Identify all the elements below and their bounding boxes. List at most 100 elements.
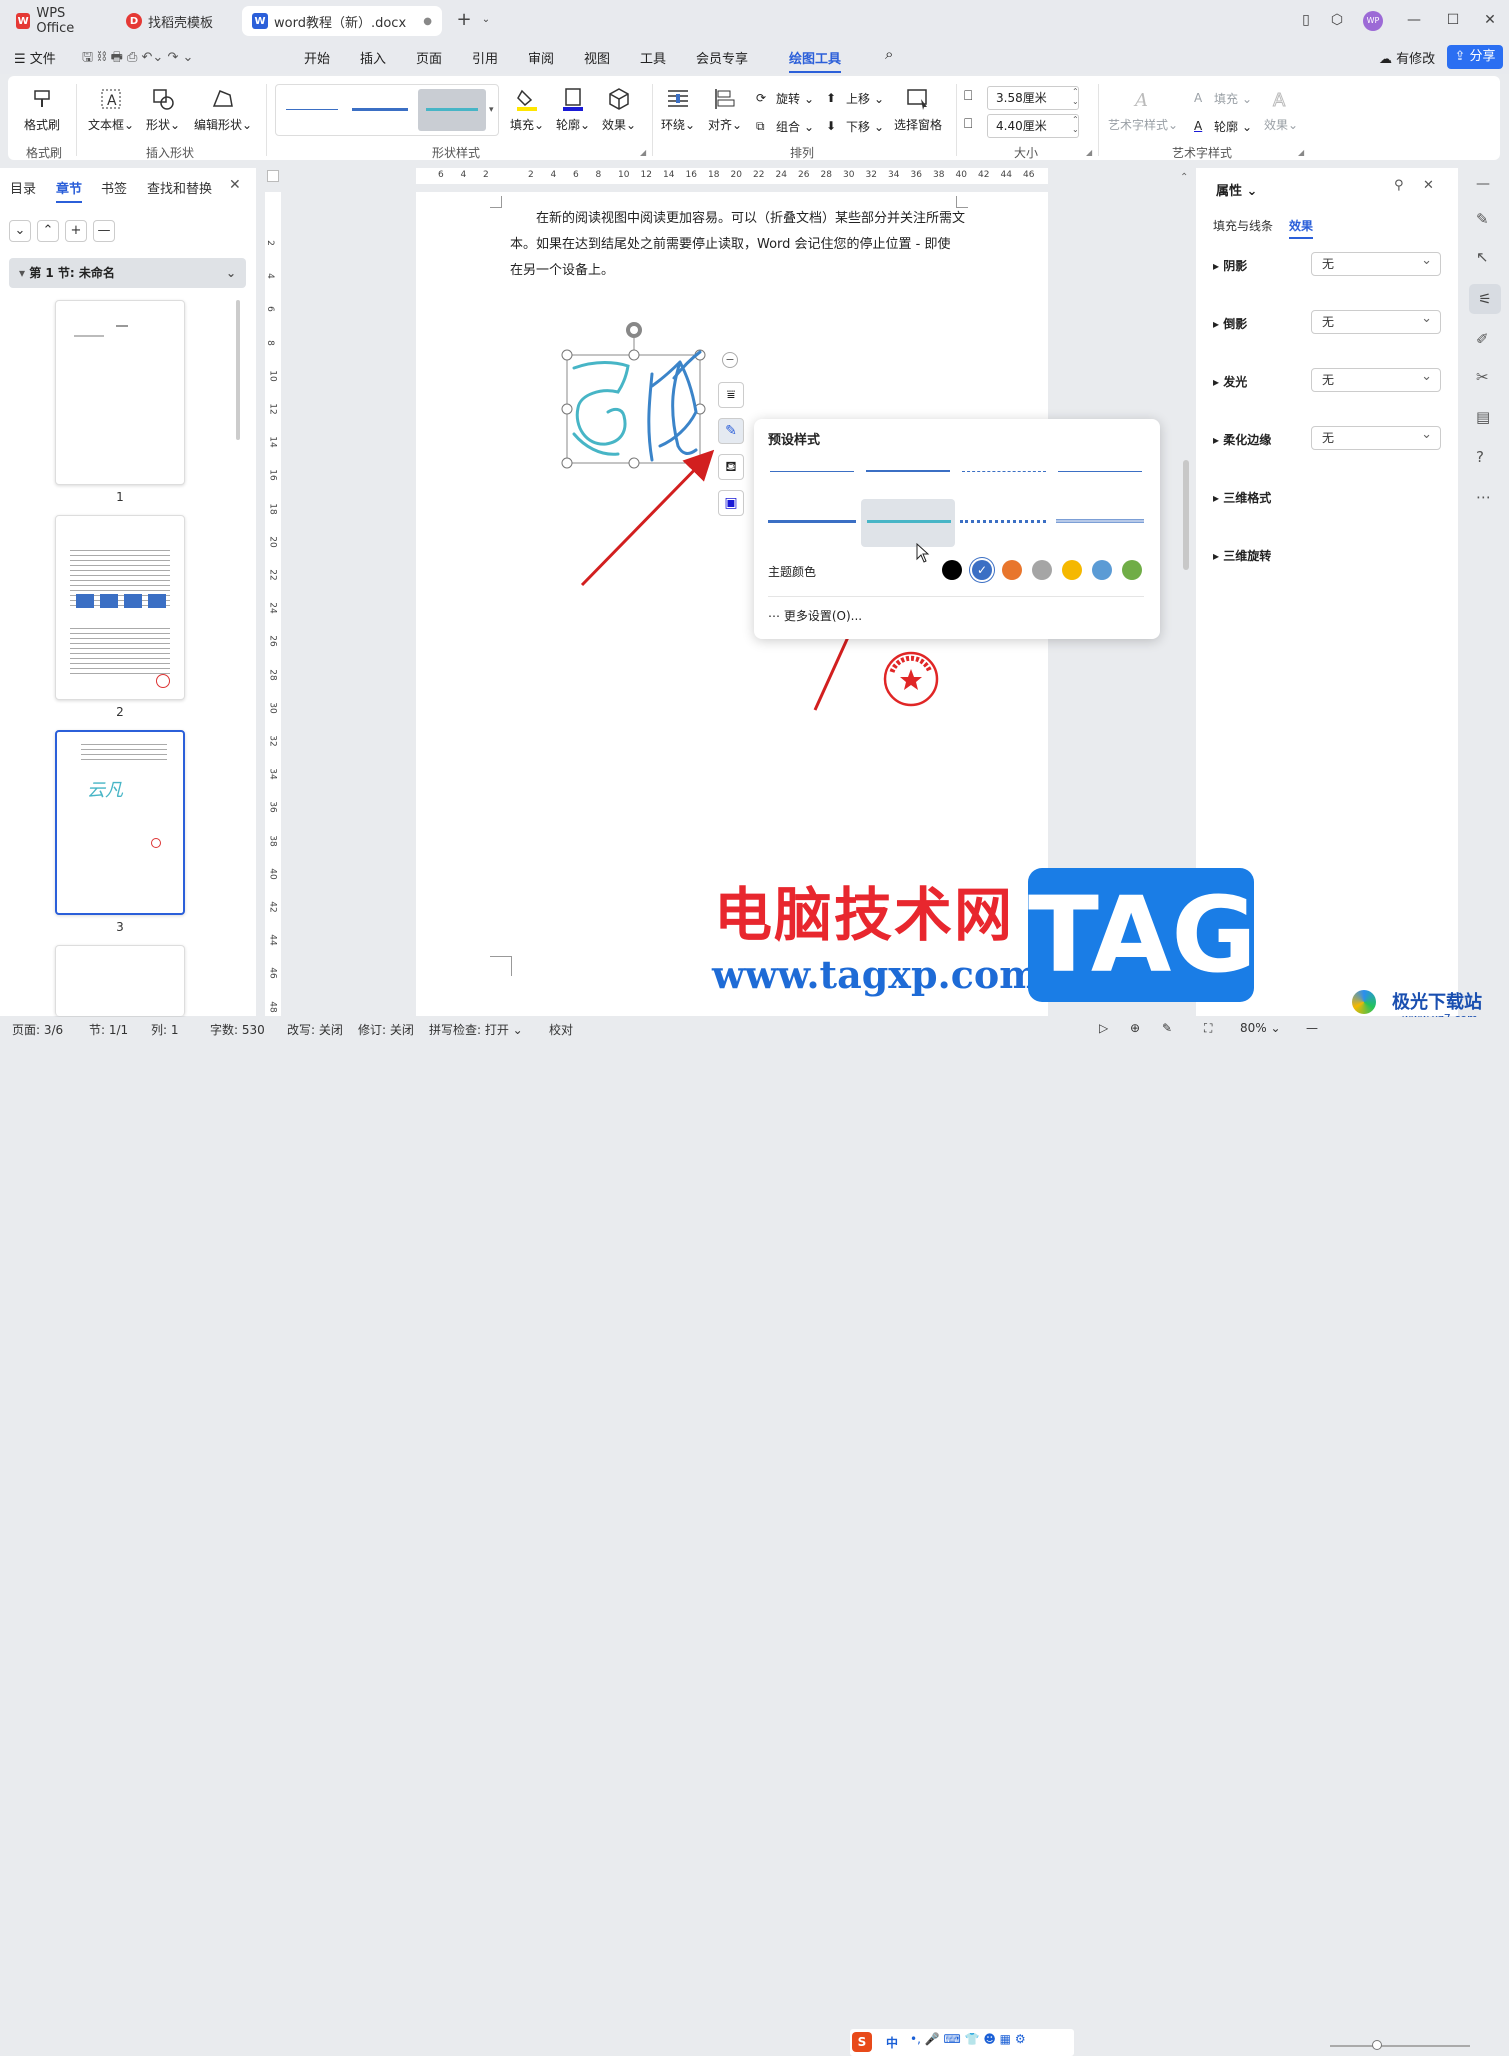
zoom-slider-thumb[interactable] xyxy=(1372,2040,1382,2050)
properties-sliders-icon[interactable]: ⚟ xyxy=(1469,284,1501,314)
close-window-icon[interactable]: ✕ xyxy=(1480,10,1500,30)
width-input[interactable]: 4.40厘米 xyxy=(987,114,1079,138)
preset-thin-line[interactable] xyxy=(770,471,854,472)
menu-reference[interactable]: 引用 xyxy=(472,48,498,67)
color-swatch-gold[interactable] xyxy=(1062,560,1082,580)
shape-style-gallery[interactable]: ▾ xyxy=(275,84,499,136)
section-header[interactable]: ▾ 第 1 节: 未命名 ⌄ xyxy=(9,258,246,288)
style-thin-line[interactable] xyxy=(286,109,338,110)
section-down-button[interactable]: ⌄ xyxy=(9,220,31,242)
group-button[interactable]: ⧉ 组合 ⌄ xyxy=(756,118,814,135)
close-panel-icon[interactable]: ✕ xyxy=(229,177,241,193)
textbox-button[interactable]: A 文本框⌄ xyxy=(88,86,134,133)
web-icon[interactable]: ⊕ xyxy=(1130,1021,1140,1035)
close-properties-icon[interactable]: ✕ xyxy=(1423,178,1434,193)
ime-tool-icons[interactable]: •, 🎤 ⌨ 👕 ☻ ▦ ⚙ xyxy=(910,2032,1026,2046)
tab-wps-office[interactable]: W WPS Office xyxy=(6,6,110,36)
ime-toolbar[interactable]: S 中 •, 🎤 ⌨ 👕 ☻ ▦ ⚙ xyxy=(850,2029,1074,2056)
status-page[interactable]: 页面: 3/6 xyxy=(12,1021,63,1038)
shadow-label[interactable]: ▸ 阴影 xyxy=(1213,257,1247,274)
preset-thick-line[interactable] xyxy=(768,520,856,523)
collapse-strip-icon[interactable]: — xyxy=(1476,176,1490,192)
tab-sections[interactable]: 章节 xyxy=(56,178,83,203)
new-tab-plus-icon[interactable]: + xyxy=(454,10,474,30)
play-icon[interactable]: ▷ xyxy=(1099,1021,1108,1035)
tab-effects[interactable]: 效果 xyxy=(1289,217,1314,239)
art-effect-button[interactable]: A 效果⌄ xyxy=(1264,86,1298,133)
maximize-icon[interactable]: ☐ xyxy=(1443,10,1463,30)
menu-drawing-tools[interactable]: 绘图工具 xyxy=(789,48,842,73)
panel-scrollbar[interactable] xyxy=(236,300,240,440)
height-spinner[interactable]: ⌃ ⌄ xyxy=(1072,87,1079,107)
color-swatch-gray[interactable] xyxy=(1032,560,1052,580)
status-spellcheck[interactable]: 拼写检查: 打开 ⌄ xyxy=(429,1021,523,1038)
menu-tools[interactable]: 工具 xyxy=(640,48,666,67)
panel-title[interactable]: 属性 ⌄ xyxy=(1216,180,1257,199)
effect-button[interactable]: 效果⌄ xyxy=(602,86,636,133)
layout-icon[interactable]: ▯ xyxy=(1296,10,1316,30)
3d-rotation-label[interactable]: ▸ 三维旋转 xyxy=(1213,547,1271,564)
status-revision[interactable]: 修订: 关闭 xyxy=(358,1021,414,1038)
preset-teal-line-hovered[interactable] xyxy=(861,499,955,547)
zoom-slider-track[interactable] xyxy=(1330,2045,1470,2047)
section-add-button[interactable]: + xyxy=(65,220,87,242)
page-thumbnail-4[interactable] xyxy=(55,945,185,1016)
layout-options-icon[interactable]: ⩸ xyxy=(718,382,744,408)
ime-chinese-mode[interactable]: 中 xyxy=(886,2034,898,2051)
color-swatch-light-blue[interactable] xyxy=(1092,560,1112,580)
book-icon[interactable]: ▤ xyxy=(1476,408,1490,426)
art-fill-button[interactable]: A 填充 ⌄ xyxy=(1194,90,1252,107)
section-up-button[interactable]: ⌃ xyxy=(37,220,59,242)
style-selected-teal[interactable] xyxy=(418,89,486,131)
reflection-label[interactable]: ▸ 倒影 xyxy=(1213,315,1247,332)
reflection-dropdown[interactable]: 无 xyxy=(1311,308,1441,334)
color-swatch-black[interactable] xyxy=(942,560,962,580)
tab-toc[interactable]: 目录 xyxy=(10,178,36,197)
page-thumbnail-1[interactable] xyxy=(55,300,185,485)
preset-dotted-line[interactable] xyxy=(960,520,1046,523)
tab-find-replace[interactable]: 查找和替换 xyxy=(147,178,212,197)
glow-dropdown[interactable]: 无 xyxy=(1311,366,1441,392)
height-input[interactable]: 3.58厘米 xyxy=(987,86,1079,110)
collapse-toolbar-button[interactable]: − xyxy=(722,352,738,368)
preset-double-line[interactable] xyxy=(1056,519,1144,523)
fill-button[interactable]: 填充⌄ xyxy=(510,86,544,133)
section-remove-button[interactable]: — xyxy=(93,220,115,242)
outline-button[interactable]: 轮廓⌄ xyxy=(556,86,590,133)
file-menu[interactable]: ☰ 文件 xyxy=(14,48,56,67)
status-section[interactable]: 节: 1/1 xyxy=(89,1021,128,1038)
size-dialog-launcher-icon[interactable]: ◢ xyxy=(1086,148,1092,157)
tab-bookmarks[interactable]: 书签 xyxy=(101,178,127,197)
status-word-count[interactable]: 字数: 530 xyxy=(210,1021,265,1038)
preset-medium-line[interactable] xyxy=(866,470,950,472)
color-swatch-green[interactable] xyxy=(1122,560,1142,580)
shadow-dropdown[interactable]: 无 xyxy=(1311,250,1441,276)
width-spinner[interactable]: ⌃ ⌄ xyxy=(1072,115,1079,135)
status-proofread[interactable]: 校对 xyxy=(549,1021,573,1038)
gallery-more-icon[interactable]: ▾ xyxy=(489,105,494,115)
tab-list-chevron-icon[interactable]: ⌄ xyxy=(476,10,496,30)
fit-page-icon[interactable]: ⛶ xyxy=(1204,1021,1212,1036)
unsaved-dot-icon[interactable]: ● xyxy=(423,16,432,27)
search-icon[interactable]: ⌕ xyxy=(885,45,893,63)
move-up-button[interactable]: ⬆ 上移 ⌄ xyxy=(826,90,884,107)
glow-label[interactable]: ▸ 发光 xyxy=(1213,373,1247,390)
status-column[interactable]: 列: 1 xyxy=(151,1021,179,1038)
avatar[interactable]: WP xyxy=(1363,11,1383,31)
tools-icon[interactable]: ✂ xyxy=(1476,368,1489,386)
help-icon[interactable]: ? xyxy=(1476,448,1484,466)
more-icon[interactable]: ⋯ xyxy=(1476,488,1491,506)
zoom-out-icon[interactable]: — xyxy=(1306,1021,1318,1035)
menu-review[interactable]: 审阅 xyxy=(528,48,554,67)
status-overtype[interactable]: 改写: 关闭 xyxy=(287,1021,343,1038)
style-thick-line[interactable] xyxy=(352,108,408,111)
rotate-button[interactable]: ⟳ 旋转 ⌄ xyxy=(756,90,814,107)
3d-format-label[interactable]: ▸ 三维格式 xyxy=(1213,489,1271,506)
art-outline-button[interactable]: A 轮廓 ⌄ xyxy=(1194,118,1252,135)
tab-document[interactable]: W word教程（新）.docx ● xyxy=(242,6,442,36)
color-swatch-orange[interactable] xyxy=(1002,560,1022,580)
soft-edge-dropdown[interactable]: 无 xyxy=(1311,424,1441,450)
page-thumbnail-2[interactable] xyxy=(55,515,185,700)
wrap-button[interactable]: 环绕⌄ xyxy=(661,86,695,133)
menu-page[interactable]: 页面 xyxy=(416,48,442,67)
